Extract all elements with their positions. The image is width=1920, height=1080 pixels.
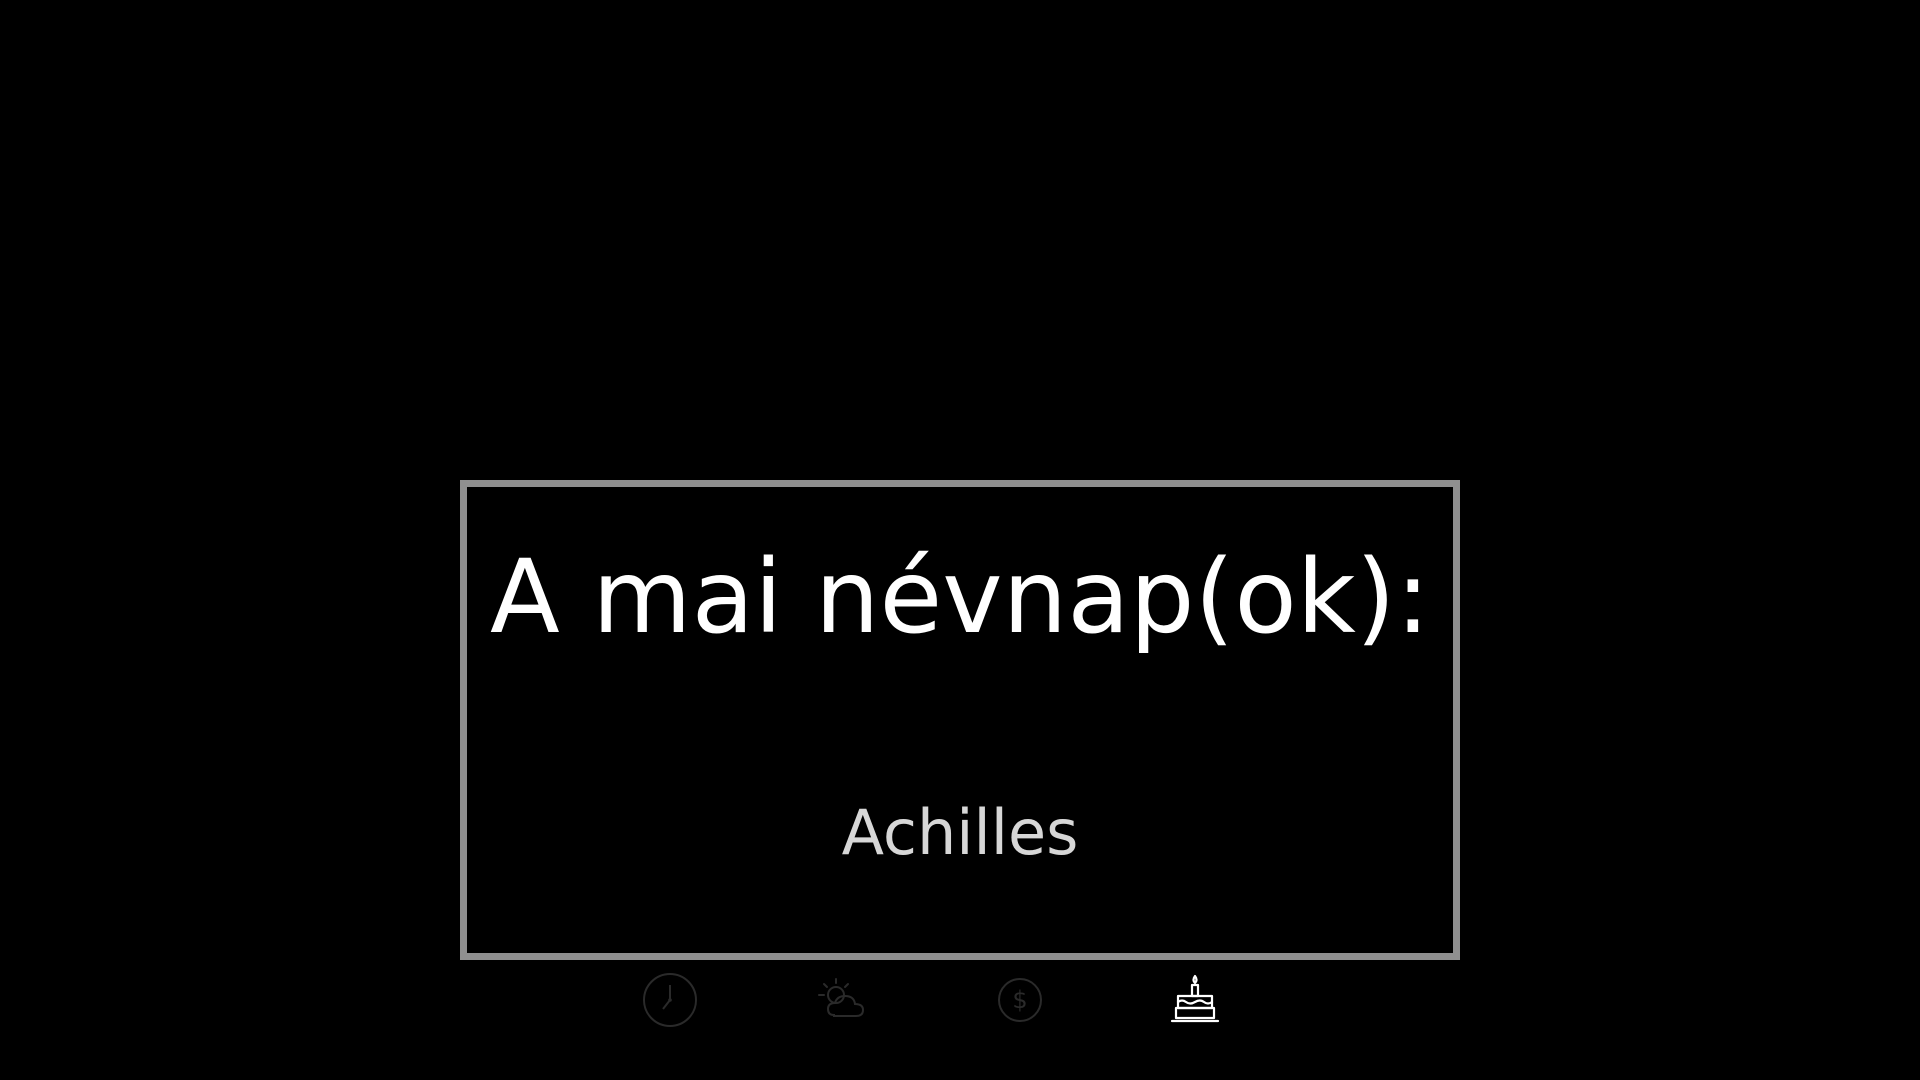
nav-item-nameday[interactable] (1165, 970, 1225, 1030)
clock-icon (641, 971, 699, 1029)
nameday-name: Achilles (841, 796, 1079, 869)
screen: A mai névnap(ok): Achilles $ (0, 0, 1920, 1080)
dollar-icon: $ (995, 975, 1045, 1025)
nav-item-weather[interactable] (815, 970, 875, 1030)
svg-text:$: $ (1012, 986, 1027, 1014)
weather-icon (814, 975, 876, 1025)
page-indicator-dock: $ (640, 970, 1240, 1030)
birthday-cake-icon (1167, 972, 1223, 1028)
nav-item-currency[interactable]: $ (990, 970, 1050, 1030)
nameday-title: A mai névnap(ok): (490, 538, 1430, 657)
nameday-card: A mai névnap(ok): Achilles (460, 480, 1460, 960)
nav-item-clock[interactable] (640, 970, 700, 1030)
